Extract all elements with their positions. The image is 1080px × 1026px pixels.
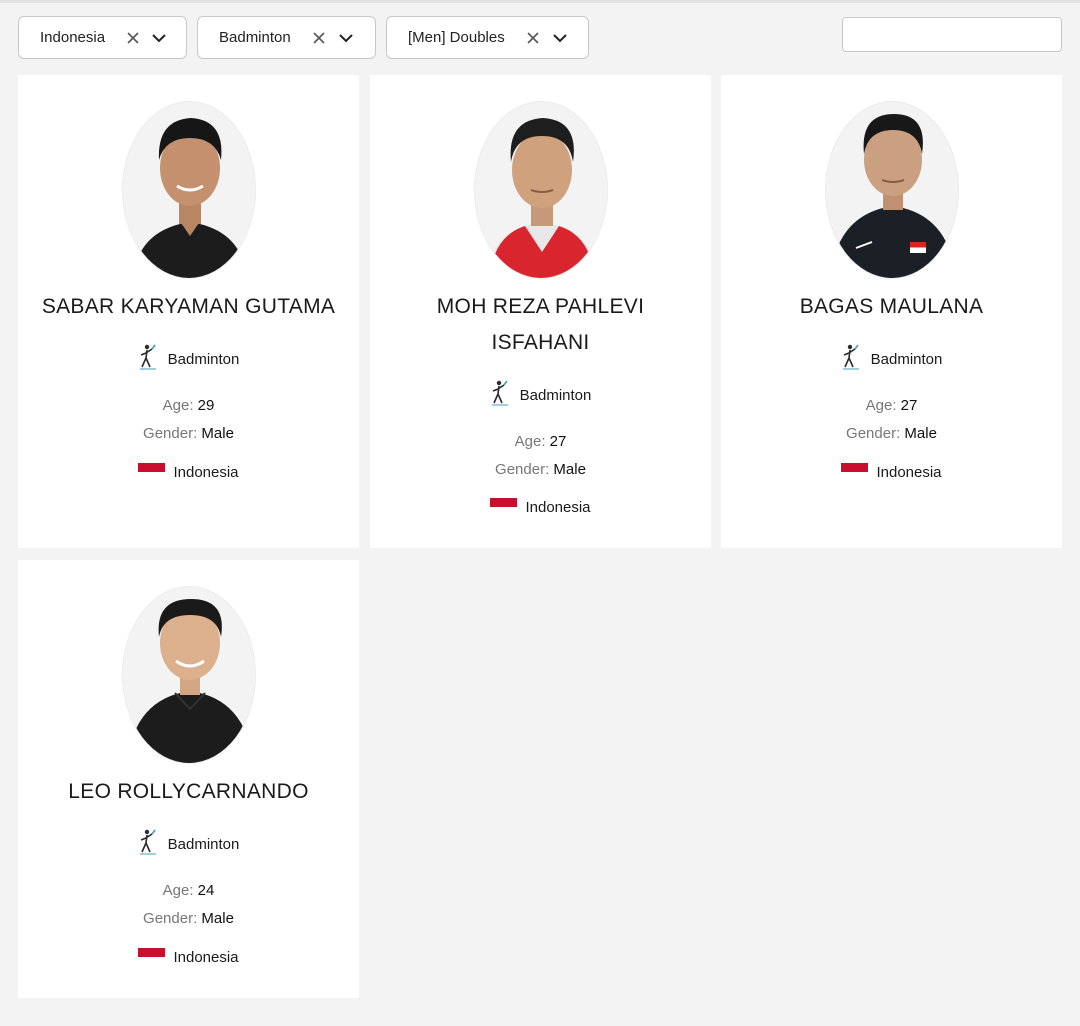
badminton-icon xyxy=(490,379,510,411)
athlete-name[interactable]: MOH REZA PAHLEVI ISFAHANI xyxy=(380,289,701,361)
top-divider xyxy=(0,0,1080,3)
country-label: Indonesia xyxy=(525,498,591,516)
age-label: Age: xyxy=(514,433,546,450)
athlete-name-line: MOH REZA PAHLEVI xyxy=(436,295,645,318)
age-value: 29 xyxy=(197,397,215,414)
age-value: 27 xyxy=(900,397,918,414)
filter-country[interactable]: Indonesia xyxy=(18,16,187,59)
chevron-down-icon[interactable] xyxy=(547,24,573,52)
athlete-photo xyxy=(474,101,608,279)
filter-bar: Indonesia Badminton [Men] Doubles xyxy=(18,16,589,59)
sport-label: Badminton xyxy=(167,350,240,368)
gender-label: Gender: xyxy=(143,425,198,442)
gender-label: Gender: xyxy=(495,461,550,478)
athlete-sport: Badminton xyxy=(18,828,359,860)
athlete-gender: Gender: Male xyxy=(18,424,359,444)
athlete-name-line: BAGAS MAULANA xyxy=(799,295,984,318)
athlete-card[interactable]: SABAR KARYAMAN GUTAMA Badminton Age: 29 … xyxy=(18,75,359,548)
sport-label: Badminton xyxy=(870,350,943,368)
country-label: Indonesia xyxy=(173,948,239,966)
gender-label: Gender: xyxy=(846,425,901,442)
gender-label: Gender: xyxy=(143,910,198,927)
athlete-photo xyxy=(122,101,256,279)
chevron-down-icon[interactable] xyxy=(147,24,172,52)
athlete-country: Indonesia xyxy=(18,460,359,484)
badminton-icon xyxy=(138,828,158,860)
athlete-age: Age: 29 xyxy=(18,396,359,416)
age-label: Age: xyxy=(162,397,194,414)
athlete-country: Indonesia xyxy=(721,460,1062,484)
filter-sport[interactable]: Badminton xyxy=(197,16,376,59)
indonesia-flag-icon xyxy=(490,498,518,516)
badminton-icon xyxy=(138,343,158,375)
athlete-gender: Gender: Male xyxy=(721,424,1062,444)
athlete-card[interactable]: MOH REZA PAHLEVI ISFAHANI Badminton Age:… xyxy=(370,75,711,548)
athlete-age: Age: 27 xyxy=(721,396,1062,416)
athlete-name[interactable]: LEO ROLLYCARNANDO xyxy=(28,774,349,810)
athlete-photo xyxy=(825,101,959,279)
gender-value: Male xyxy=(201,425,234,442)
badminton-icon xyxy=(841,343,861,375)
filter-event[interactable]: [Men] Doubles xyxy=(386,16,589,59)
clear-icon[interactable] xyxy=(305,24,333,52)
indonesia-flag-icon xyxy=(138,948,166,966)
athlete-photo xyxy=(122,586,256,764)
sport-label: Badminton xyxy=(519,386,592,404)
athlete-card[interactable]: BAGAS MAULANA Badminton Age: 27 Gender: … xyxy=(721,75,1062,548)
gender-value: Male xyxy=(553,461,586,478)
athlete-sport: Badminton xyxy=(18,343,359,375)
athlete-name[interactable]: SABAR KARYAMAN GUTAMA xyxy=(28,289,349,325)
athlete-sport: Badminton xyxy=(721,343,1062,375)
clear-icon[interactable] xyxy=(119,24,146,52)
filter-event-label: [Men] Doubles xyxy=(408,29,505,46)
age-label: Age: xyxy=(162,882,194,899)
athlete-name-line: LEO ROLLYCARNANDO xyxy=(68,780,309,803)
country-label: Indonesia xyxy=(876,463,942,481)
athlete-name-line: ISFAHANI xyxy=(491,331,590,354)
athlete-country: Indonesia xyxy=(18,945,359,969)
athlete-country: Indonesia xyxy=(370,495,711,519)
filter-sport-label: Badminton xyxy=(219,29,291,46)
age-value: 24 xyxy=(197,882,215,899)
country-label: Indonesia xyxy=(173,463,239,481)
athlete-age: Age: 27 xyxy=(370,432,711,452)
age-label: Age: xyxy=(865,397,897,414)
athlete-sport: Badminton xyxy=(370,379,711,411)
athlete-name-line: SABAR KARYAMAN GUTAMA xyxy=(41,295,336,318)
gender-value: Male xyxy=(904,425,937,442)
gender-value: Male xyxy=(201,910,234,927)
clear-icon[interactable] xyxy=(519,24,547,52)
athlete-name[interactable]: BAGAS MAULANA xyxy=(731,289,1052,325)
athlete-card[interactable]: LEO ROLLYCARNANDO Badminton Age: 24 Gend… xyxy=(18,560,359,998)
chevron-down-icon[interactable] xyxy=(333,24,359,52)
athlete-age: Age: 24 xyxy=(18,881,359,901)
indonesia-flag-icon xyxy=(841,463,869,481)
athlete-gender: Gender: Male xyxy=(370,460,711,480)
age-value: 27 xyxy=(549,433,567,450)
sport-label: Badminton xyxy=(167,835,240,853)
search-input[interactable] xyxy=(842,17,1062,52)
filter-country-label: Indonesia xyxy=(40,29,106,46)
indonesia-flag-icon xyxy=(138,463,166,481)
athlete-gender: Gender: Male xyxy=(18,909,359,929)
